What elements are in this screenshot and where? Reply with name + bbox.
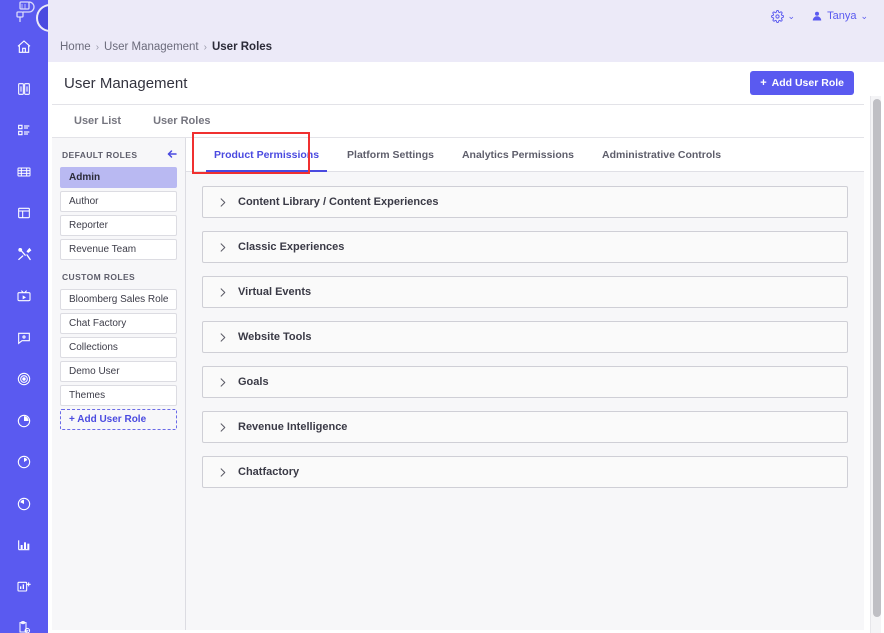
chat-bubble-icon[interactable] — [11, 325, 37, 351]
user-management-tabs: User List User Roles — [52, 105, 864, 138]
tab-administrative-controls[interactable]: Administrative Controls — [588, 138, 735, 172]
accordion-label: Classic Experiences — [238, 241, 345, 253]
tab-user-roles[interactable]: User Roles — [147, 111, 216, 131]
breadcrumb: Home › User Management › User Roles — [48, 32, 884, 62]
accordion-chatfactory[interactable]: Chatfactory — [202, 456, 848, 488]
add-user-role-dashed-button[interactable]: + Add User Role — [60, 409, 177, 430]
accordion-website-tools[interactable]: Website Tools — [202, 321, 848, 353]
tools-icon[interactable] — [11, 242, 37, 268]
accordion-label: Virtual Events — [238, 286, 312, 298]
film-strip-icon[interactable] — [11, 159, 37, 185]
accordion-goals[interactable]: Goals — [202, 366, 848, 398]
plus-icon: + — [760, 76, 767, 89]
gear-icon — [770, 9, 784, 23]
role-item-demo-user[interactable]: Demo User — [60, 361, 177, 382]
accordion-list: Content Library / Content Experiences Cl… — [186, 172, 864, 488]
tab-user-list[interactable]: User List — [68, 111, 127, 131]
top-bar-actions: ⌄ Tanya ⌄ — [770, 0, 868, 32]
dashboard-grid-icon[interactable] — [11, 117, 37, 143]
content-split: DEFAULT ROLES Admin Author Reporter Reve… — [52, 132, 864, 630]
breadcrumb-item-home[interactable]: Home — [60, 41, 91, 53]
library-book-icon[interactable] — [11, 76, 37, 102]
accordion-label: Revenue Intelligence — [238, 421, 348, 433]
breadcrumb-separator: › — [95, 41, 100, 53]
custom-roles-heading: CUSTOM ROLES — [62, 272, 136, 282]
chevron-down-icon: ⌄ — [860, 10, 868, 21]
pie-chart-icon[interactable] — [11, 408, 37, 434]
chart-add-icon[interactable] — [11, 574, 37, 600]
tab-analytics-permissions[interactable]: Analytics Permissions — [448, 138, 588, 172]
role-item-revenue-team[interactable]: Revenue Team — [60, 239, 177, 260]
target-icon[interactable] — [11, 366, 37, 392]
collapse-left-arrow-icon[interactable] — [165, 147, 179, 161]
home-icon[interactable] — [11, 34, 37, 60]
tab-platform-settings[interactable]: Platform Settings — [333, 138, 448, 172]
settings-menu[interactable]: ⌄ — [770, 9, 796, 23]
add-user-role-label: Add User Role — [771, 77, 844, 89]
speedometer-icon[interactable] — [11, 449, 37, 475]
gauge-icon[interactable] — [11, 491, 37, 517]
breadcrumb-item-user-roles: User Roles — [211, 41, 273, 53]
accordion-content-library[interactable]: Content Library / Content Experiences — [202, 186, 848, 218]
role-item-chat-factory[interactable]: Chat Factory — [60, 313, 177, 334]
person-icon — [812, 11, 822, 21]
top-bar: ⌄ Tanya ⌄ — [48, 0, 884, 32]
chevron-right-icon — [215, 465, 229, 479]
accordion-label: Goals — [238, 376, 269, 388]
roles-panel: DEFAULT ROLES Admin Author Reporter Reve… — [52, 138, 186, 630]
page-header: User Management + Add User Role — [52, 62, 864, 105]
rail-icon-list — [0, 34, 48, 633]
add-user-role-button[interactable]: + Add User Role — [750, 71, 854, 95]
accordion-classic-experiences[interactable]: Classic Experiences — [202, 231, 848, 263]
bar-chart-icon[interactable] — [11, 532, 37, 558]
chevron-right-icon — [215, 285, 229, 299]
chevron-right-icon — [215, 375, 229, 389]
page-title: User Management — [64, 74, 188, 92]
default-roles-heading: DEFAULT ROLES — [62, 150, 138, 160]
role-item-reporter[interactable]: Reporter — [60, 215, 177, 236]
accordion-virtual-events[interactable]: Virtual Events — [202, 276, 848, 308]
left-nav-rail — [0, 0, 48, 633]
user-name-label: Tanya — [827, 10, 857, 22]
role-item-collections[interactable]: Collections — [60, 337, 177, 358]
accordion-label: Content Library / Content Experiences — [238, 196, 439, 208]
permission-tabs: Product Permissions Platform Settings An… — [186, 132, 864, 174]
chevron-right-icon — [215, 420, 229, 434]
chevron-right-icon — [215, 240, 229, 254]
scrollbar-thumb[interactable] — [872, 99, 881, 617]
vertical-scrollbar[interactable] — [870, 96, 881, 633]
user-menu[interactable]: Tanya ⌄ — [811, 10, 868, 22]
role-item-author[interactable]: Author — [60, 191, 177, 212]
permissions-panel: Product Permissions Platform Settings An… — [186, 132, 864, 630]
tab-product-permissions[interactable]: Product Permissions — [200, 138, 333, 172]
clipboard-check-icon[interactable] — [11, 615, 37, 633]
accordion-label: Website Tools — [238, 331, 312, 343]
chevron-right-icon — [215, 330, 229, 344]
video-player-icon[interactable] — [11, 283, 37, 309]
breadcrumb-separator: › — [203, 41, 207, 53]
app-root: ⌄ Tanya ⌄ Home › User Management › User … — [0, 0, 884, 633]
layout-panel-icon[interactable] — [11, 200, 37, 226]
main-canvas: User Management + Add User Role User Lis… — [48, 62, 884, 633]
role-item-admin[interactable]: Admin — [60, 167, 177, 188]
accordion-label: Chatfactory — [238, 466, 300, 478]
chevron-right-icon — [215, 195, 229, 209]
role-item-themes[interactable]: Themes — [60, 385, 177, 406]
chevron-down-icon: ⌄ — [787, 10, 796, 21]
breadcrumb-item-user-management[interactable]: User Management — [104, 41, 199, 53]
accordion-revenue-intelligence[interactable]: Revenue Intelligence — [202, 411, 848, 443]
role-item-bloomberg-sales-role[interactable]: Bloomberg Sales Role — [60, 289, 177, 310]
